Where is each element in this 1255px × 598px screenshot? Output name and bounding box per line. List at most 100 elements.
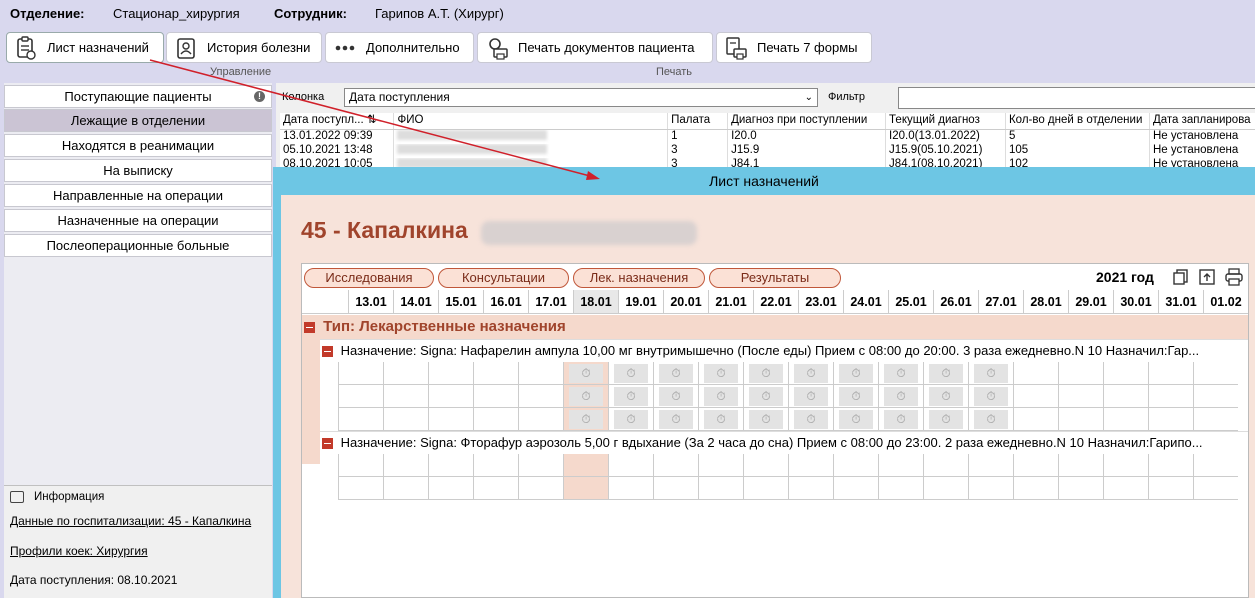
schedule-cell[interactable] (428, 362, 473, 385)
schedule-cell[interactable] (1193, 362, 1238, 385)
schedule-cell[interactable]: ⏱ (833, 385, 878, 408)
stopwatch-icon[interactable]: ⏱ (659, 363, 693, 383)
column-header[interactable]: ФИО (393, 113, 669, 130)
schedule-cell[interactable] (968, 454, 1013, 477)
schedule-cell[interactable] (968, 477, 1013, 500)
collapse-icon[interactable] (322, 438, 333, 450)
schedule-cell[interactable]: ⏱ (968, 362, 1013, 385)
stopwatch-icon[interactable]: ⏱ (839, 409, 873, 429)
table-row[interactable]: 13.01.2022 09:39 1 I20.0 I20.0(13.01.202… (280, 129, 1255, 144)
stopwatch-icon[interactable]: ⏱ (974, 409, 1008, 429)
schedule-cell[interactable] (473, 408, 518, 431)
stopwatch-icon[interactable]: ⏱ (659, 386, 693, 406)
schedule-cell[interactable] (1013, 454, 1058, 477)
schedule-cell[interactable] (1013, 385, 1058, 408)
stopwatch-icon[interactable]: ⏱ (704, 409, 738, 429)
schedule-cell[interactable] (473, 477, 518, 500)
print-patient-documents-button[interactable]: Печать документов пациента (477, 32, 713, 63)
schedule-cell[interactable] (1193, 385, 1238, 408)
schedule-cell[interactable]: ⏱ (653, 362, 698, 385)
schedule-cell[interactable] (1013, 362, 1058, 385)
prescription-row[interactable]: Назначение: Signa: Фторафур аэрозоль 5,0… (320, 431, 1248, 453)
schedule-cell[interactable] (1103, 454, 1148, 477)
column-header[interactable]: Кол-во дней в отделении (1005, 113, 1150, 130)
schedule-cell[interactable] (428, 454, 473, 477)
schedule-cell[interactable]: ⏱ (698, 408, 743, 431)
schedule-cell[interactable] (1193, 477, 1238, 500)
column-header[interactable]: Дата запланирова (1149, 113, 1255, 130)
schedule-cell[interactable]: ⏱ (878, 385, 923, 408)
schedule-cell[interactable] (518, 408, 563, 431)
bed-profile-link[interactable]: Профили коек: Хирургия (10, 544, 148, 558)
schedule-cell[interactable] (563, 477, 608, 500)
schedule-cell[interactable] (1013, 408, 1058, 431)
schedule-cell[interactable] (608, 477, 653, 500)
stopwatch-icon[interactable]: ⏱ (839, 386, 873, 406)
stopwatch-icon[interactable]: ⏱ (929, 363, 963, 383)
sidebar-item-discharge[interactable]: На выписку (4, 159, 272, 182)
schedule-cell[interactable] (1148, 385, 1193, 408)
schedule-cell[interactable] (428, 477, 473, 500)
sidebar-item-icu[interactable]: Находятся в реанимации (4, 134, 272, 157)
print-form-7-button[interactable]: Печать 7 формы (716, 32, 872, 63)
schedule-cell[interactable]: ⏱ (968, 408, 1013, 431)
stopwatch-icon[interactable]: ⏱ (884, 363, 918, 383)
schedule-cell[interactable]: ⏱ (788, 408, 833, 431)
schedule-cell[interactable] (1058, 385, 1103, 408)
schedule-cell[interactable]: ⏱ (923, 362, 968, 385)
stopwatch-icon[interactable]: ⏱ (839, 363, 873, 383)
schedule-cell[interactable] (653, 477, 698, 500)
prescription-row[interactable]: Назначение: Signa: Нафарелин ампула 10,0… (320, 339, 1248, 361)
schedule-cell[interactable] (788, 454, 833, 477)
column-header[interactable]: Палата (667, 113, 729, 130)
schedule-cell[interactable] (1058, 408, 1103, 431)
schedule-cell[interactable] (743, 454, 788, 477)
print-icon[interactable] (1224, 268, 1244, 286)
schedule-cell[interactable] (338, 477, 383, 500)
schedule-cell[interactable]: ⏱ (563, 385, 608, 408)
schedule-cell[interactable]: ⏱ (608, 362, 653, 385)
hospitalization-link[interactable]: Данные по госпитализации: 45 - Капалкина (10, 514, 251, 528)
schedule-cell[interactable] (698, 477, 743, 500)
schedule-cell[interactable] (383, 362, 428, 385)
stopwatch-icon[interactable]: ⏱ (569, 363, 603, 383)
schedule-cell[interactable] (518, 385, 563, 408)
stopwatch-icon[interactable]: ⏱ (704, 386, 738, 406)
schedule-cell[interactable] (338, 362, 383, 385)
schedule-cell[interactable] (338, 454, 383, 477)
schedule-cell[interactable]: ⏱ (788, 385, 833, 408)
schedule-cell[interactable] (383, 477, 428, 500)
schedule-cell[interactable] (1148, 362, 1193, 385)
schedule-cell[interactable]: ⏱ (923, 385, 968, 408)
schedule-cell[interactable] (383, 385, 428, 408)
schedule-cell[interactable] (1058, 477, 1103, 500)
stopwatch-icon[interactable]: ⏱ (974, 386, 1008, 406)
column-select[interactable]: Дата поступления ⌄ (344, 88, 818, 107)
schedule-cell[interactable] (1103, 477, 1148, 500)
medical-history-button[interactable]: История болезни (166, 32, 322, 63)
schedule-cell[interactable] (338, 408, 383, 431)
stopwatch-icon[interactable]: ⏱ (749, 386, 783, 406)
stopwatch-icon[interactable]: ⏱ (884, 409, 918, 429)
stopwatch-icon[interactable]: ⏱ (974, 363, 1008, 383)
schedule-cell[interactable] (1103, 385, 1148, 408)
stopwatch-icon[interactable]: ⏱ (569, 409, 603, 429)
schedule-cell[interactable] (473, 385, 518, 408)
schedule-cell[interactable]: ⏱ (968, 385, 1013, 408)
schedule-cell[interactable]: ⏱ (698, 362, 743, 385)
schedule-cell[interactable] (1058, 454, 1103, 477)
schedule-cell[interactable] (878, 477, 923, 500)
schedule-cell[interactable] (428, 408, 473, 431)
tab-consultations[interactable]: Консультации (438, 268, 569, 288)
schedule-cell[interactable] (1013, 477, 1058, 500)
schedule-cell[interactable] (518, 477, 563, 500)
schedule-cell[interactable]: ⏱ (923, 408, 968, 431)
prescription-sheet-button[interactable]: Лист назначений (6, 32, 164, 63)
schedule-cell[interactable] (833, 477, 878, 500)
stopwatch-icon[interactable]: ⏱ (749, 409, 783, 429)
schedule-cell[interactable] (383, 408, 428, 431)
sidebar-item-postoperative[interactable]: Послеоперационные больные (4, 234, 272, 257)
schedule-cell[interactable] (923, 454, 968, 477)
schedule-cell[interactable] (473, 362, 518, 385)
sidebar-item-incoming[interactable]: Поступающие пациенты ! (4, 85, 272, 108)
